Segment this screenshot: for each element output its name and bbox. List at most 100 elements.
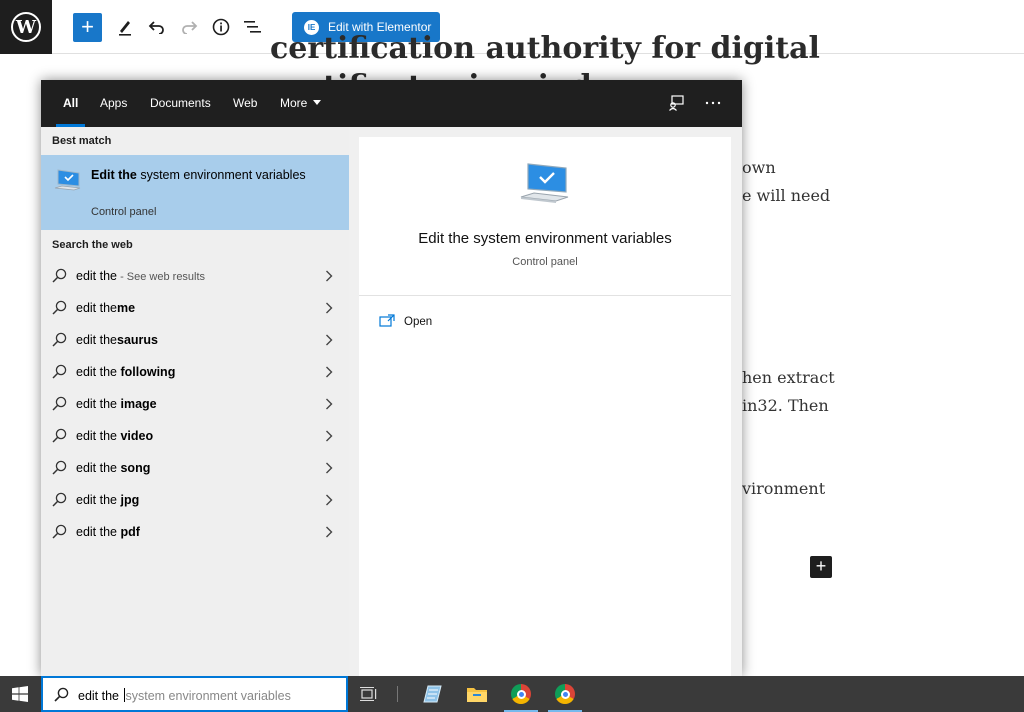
web-result-plain: edit the	[76, 397, 121, 411]
best-match-title: Edit the system environment variables	[91, 166, 331, 184]
search-icon	[52, 364, 67, 384]
web-result-text: edit the image	[76, 397, 157, 411]
chrome-app-icon[interactable]	[500, 676, 542, 712]
paragraph-fragment: own	[742, 158, 776, 177]
open-action[interactable]: Open	[379, 311, 432, 333]
computer-settings-icon	[518, 160, 572, 215]
notepad-app-icon[interactable]	[412, 676, 454, 712]
chevron-right-icon	[325, 461, 333, 474]
windows-logo-icon	[12, 686, 28, 702]
search-icon	[52, 300, 67, 320]
taskbar: edit the system environment variables	[0, 676, 1024, 712]
search-results-list: Best match Edit the system environment v…	[41, 127, 349, 676]
web-result-item[interactable]: edit the song	[41, 452, 349, 484]
web-result-bold: jpg	[120, 493, 140, 507]
search-filter-tabs: All Apps Documents Web More	[41, 80, 742, 127]
search-icon	[52, 268, 67, 288]
windows-search-panel: All Apps Documents Web More Best match E…	[41, 80, 742, 676]
search-icon	[54, 687, 69, 707]
web-result-item[interactable]: edit the - See web results	[41, 260, 349, 292]
chrome-app-icon[interactable]	[544, 676, 586, 712]
web-result-item[interactable]: edit thesaurus	[41, 324, 349, 356]
web-result-text: edit the jpg	[76, 493, 139, 507]
chevron-right-icon	[325, 301, 333, 314]
best-match-title-rest: system environment variables	[136, 168, 306, 182]
info-icon[interactable]	[209, 14, 233, 40]
paragraph-fragment: e will need	[742, 186, 831, 205]
web-result-plain: edit the	[76, 301, 118, 315]
web-result-bold: image	[120, 397, 157, 411]
chevron-right-icon	[325, 525, 333, 538]
web-result-item[interactable]: edit the pdf	[41, 516, 349, 548]
search-icon	[52, 524, 67, 544]
web-result-item[interactable]: edit theme	[41, 292, 349, 324]
feedback-icon[interactable]	[665, 92, 687, 114]
search-icon	[52, 428, 67, 448]
tab-web[interactable]: Web	[233, 80, 257, 127]
paragraph-fragment: hen extract	[742, 368, 835, 387]
open-icon	[379, 313, 395, 331]
best-match-heading: Best match	[52, 135, 112, 147]
search-icon	[52, 332, 67, 352]
file-explorer-icon[interactable]	[456, 676, 498, 712]
web-result-bold: video	[120, 429, 154, 443]
web-result-text: edit the pdf	[76, 525, 140, 539]
paragraph-fragment: in32. Then	[742, 396, 829, 415]
web-result-plain: edit the	[76, 365, 121, 379]
block-appender-button[interactable]: +	[810, 556, 832, 578]
search-icon	[52, 396, 67, 416]
web-result-item[interactable]: edit the image	[41, 388, 349, 420]
wordpress-logo-icon[interactable]: W	[0, 0, 52, 54]
paragraph-fragment: vironment	[742, 479, 826, 498]
preview-divider	[359, 295, 731, 296]
web-result-item[interactable]: edit the jpg	[41, 484, 349, 516]
more-options-icon[interactable]	[702, 92, 724, 114]
preview-subtitle: Control panel	[512, 256, 578, 268]
chevron-right-icon	[325, 269, 333, 282]
best-match-title-bold: Edit the	[91, 168, 137, 182]
web-result-bold: saurus	[117, 333, 159, 347]
search-autocomplete: system environment variables	[125, 689, 291, 703]
web-result-plain: edit the	[76, 429, 121, 443]
web-result-item[interactable]: edit the video	[41, 420, 349, 452]
chevron-right-icon	[325, 429, 333, 442]
open-action-label: Open	[404, 316, 433, 328]
web-result-item[interactable]: edit the following	[41, 356, 349, 388]
web-result-hint: - See web results	[117, 271, 206, 283]
web-result-plain: edit the	[76, 461, 121, 475]
result-preview-pane: Edit the system environment variables Co…	[359, 137, 731, 676]
web-result-plain: edit the	[76, 525, 121, 539]
chevron-right-icon	[325, 493, 333, 506]
undo-icon[interactable]	[145, 14, 169, 40]
web-result-text: edit theme	[76, 301, 135, 315]
best-match-subtitle: Control panel	[91, 206, 157, 218]
web-result-bold: me	[117, 301, 136, 315]
best-match-result[interactable]: Edit the system environment variables Co…	[41, 155, 349, 230]
pencil-icon[interactable]	[113, 14, 137, 40]
web-result-plain: edit the	[76, 493, 121, 507]
add-block-button[interactable]: +	[73, 13, 102, 42]
chevron-right-icon	[325, 397, 333, 410]
list-view-icon[interactable]	[241, 14, 265, 40]
chevron-right-icon	[325, 333, 333, 346]
search-icon	[52, 492, 67, 512]
web-result-plain: edit the	[76, 333, 118, 347]
web-result-plain: edit the	[76, 269, 118, 283]
web-result-text: edit the video	[76, 429, 153, 443]
tab-apps[interactable]: Apps	[100, 80, 127, 127]
computer-settings-icon	[53, 167, 83, 200]
web-result-bold: song	[120, 461, 151, 475]
taskbar-search-input[interactable]: edit the system environment variables	[41, 676, 348, 712]
tab-all[interactable]: All	[55, 80, 86, 127]
windows-start-button[interactable]	[0, 676, 40, 712]
tab-more[interactable]: More	[280, 80, 321, 127]
web-result-text: edit the following	[76, 365, 175, 379]
web-result-bold: pdf	[120, 525, 140, 539]
tab-documents[interactable]: Documents	[150, 80, 211, 127]
web-result-text: edit the song	[76, 461, 150, 475]
web-result-text: edit thesaurus	[76, 333, 158, 347]
redo-icon	[177, 14, 201, 40]
search-query-text: edit the	[78, 689, 123, 703]
search-the-web-heading: Search the web	[52, 239, 133, 251]
preview-title: Edit the system environment variables	[418, 230, 672, 247]
